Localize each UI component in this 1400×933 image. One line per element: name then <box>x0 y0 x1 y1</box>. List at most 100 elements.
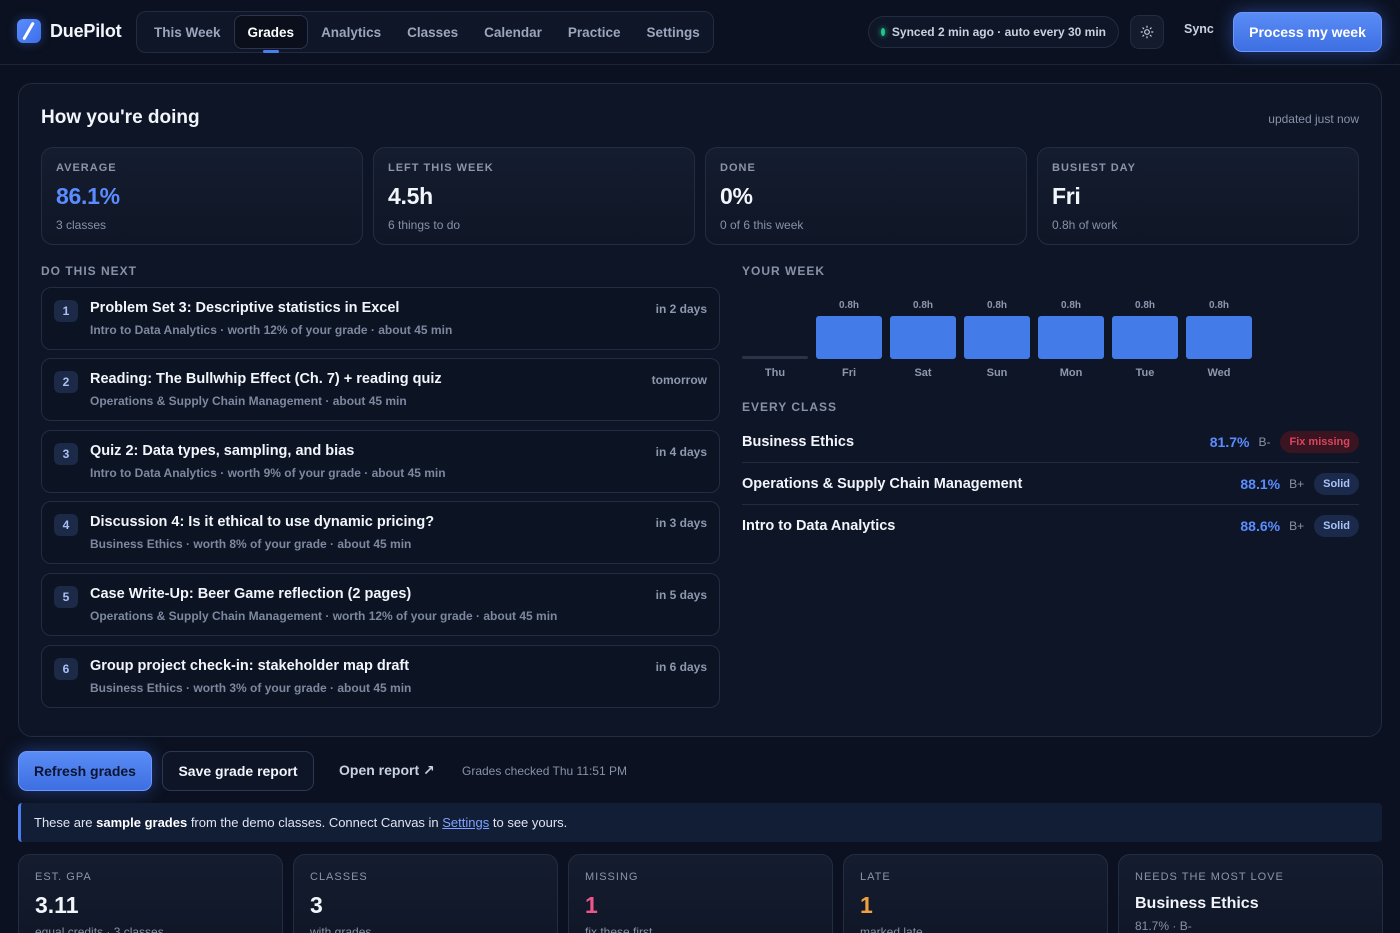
class-percent: 81.7% <box>1209 433 1250 450</box>
theme-toggle-button[interactable] <box>1130 15 1164 49</box>
tab-calendar[interactable]: Calendar <box>471 15 555 49</box>
week-day-label: Fri <box>841 367 857 379</box>
week-day-label: Sun <box>986 367 1008 379</box>
task-item[interactable]: 1 Problem Set 3: Descriptive statistics … <box>41 287 720 350</box>
task-number: 1 <box>54 300 78 322</box>
week-bar <box>816 316 882 359</box>
sync-status: Synced 2 min ago · auto every 30 min <box>868 16 1119 48</box>
open-report-link[interactable]: Open report ↗ <box>339 762 435 779</box>
task-number: 2 <box>54 371 78 393</box>
notice-bold: sample grades <box>96 815 188 830</box>
main-nav: This Week Grades Analytics Classes Calen… <box>136 11 714 53</box>
task-title: Reading: The Bullwhip Effect (Ch. 7) + r… <box>90 371 442 387</box>
task-meta: Intro to Data Analytics · worth 9% of yo… <box>90 466 446 480</box>
week-bar <box>742 356 808 359</box>
task-title: Quiz 2: Data types, sampling, and bias <box>90 443 355 459</box>
task-number: 3 <box>54 443 78 465</box>
tab-settings[interactable]: Settings <box>633 15 712 49</box>
task-number: 4 <box>54 514 78 536</box>
week-bar-thu: Thu <box>742 289 808 379</box>
updated-text: updated just now <box>1268 112 1359 126</box>
stat-sub: equal credits · 3 classes <box>35 925 164 933</box>
tab-classes[interactable]: Classes <box>394 15 471 49</box>
task-meta: Operations & Supply Chain Management · a… <box>90 394 407 408</box>
stat-sub: 6 things to do <box>388 218 461 232</box>
task-item[interactable]: 6 Group project check-in: stakeholder ma… <box>41 645 720 708</box>
top-bar: DuePilot This Week Grades Analytics Clas… <box>0 0 1400 65</box>
task-meta: Business Ethics · worth 3% of your grade… <box>90 681 412 695</box>
stat-missing: MISSING 1 fix these first <box>568 854 833 933</box>
task-number: 5 <box>54 586 78 608</box>
stat-sub: fix these first <box>585 925 653 933</box>
task-due: in 6 days <box>655 660 707 674</box>
task-due: in 3 days <box>655 516 707 530</box>
week-bar-value: 0.8h <box>1134 300 1155 311</box>
class-name: Operations & Supply Chain Management <box>742 475 1023 492</box>
week-chart: Thu 0.8h Fri 0.8h Sat 0.8h Sun 0.8h Mon 0.8h Tue 0.… <box>742 289 1262 379</box>
stat-late: LATE 1 marked late <box>843 854 1108 933</box>
week-bar-sun: 0.8h Sun <box>964 289 1030 379</box>
page-title: How you're doing <box>41 107 200 128</box>
tab-analytics[interactable]: Analytics <box>308 15 394 49</box>
week-bar <box>1038 316 1104 359</box>
task-meta: Operations & Supply Chain Management · w… <box>90 609 558 623</box>
stat-sub: 81.7% · B- <box>1135 919 1192 933</box>
stat-needs-most-love: NEEDS THE MOST LOVE Business Ethics 81.7… <box>1118 854 1383 933</box>
week-day-label: Wed <box>1207 367 1231 379</box>
class-percent: 88.1% <box>1240 475 1281 492</box>
stat-value: 86.1% <box>56 183 120 209</box>
stat-value: Business Ethics <box>1135 895 1259 912</box>
class-row[interactable]: Operations & Supply Chain Management 88.… <box>742 463 1359 505</box>
save-grade-report-button[interactable]: Save grade report <box>162 751 314 791</box>
week-bar-mon: 0.8h Mon <box>1038 289 1104 379</box>
logo-icon <box>17 19 41 43</box>
process-week-button[interactable]: Process my week <box>1233 12 1382 52</box>
stat-sub: 0 of 6 this week <box>720 218 804 232</box>
stat-sub: marked late <box>860 925 923 933</box>
week-day-label: Sat <box>914 367 932 379</box>
stat-left-this-week: LEFT THIS WEEK 4.5h 6 things to do <box>373 147 695 245</box>
task-item[interactable]: 3 Quiz 2: Data types, sampling, and bias… <box>41 430 720 493</box>
stat-value: 4.5h <box>388 183 433 209</box>
stat-sub: 0.8h of work <box>1052 218 1118 232</box>
week-bar <box>964 316 1030 359</box>
stat-value: 0% <box>720 183 753 209</box>
week-day-label: Mon <box>1059 367 1083 379</box>
tab-practice[interactable]: Practice <box>555 15 634 49</box>
class-row[interactable]: Business Ethics 81.7% B- Fix missing <box>742 421 1359 463</box>
tab-grades[interactable]: Grades <box>233 15 309 49</box>
class-name: Business Ethics <box>742 433 855 450</box>
refresh-grades-button[interactable]: Refresh grades <box>18 751 152 791</box>
week-bar-sat: 0.8h Sat <box>890 289 956 379</box>
task-due: tomorrow <box>651 373 707 387</box>
sample-notice: These are sample grades from the demo cl… <box>18 803 1382 842</box>
week-bar-value: 0.8h <box>838 300 859 311</box>
stat-value: Fri <box>1052 183 1081 209</box>
sync-status-text: Synced 2 min ago · auto every 30 min <box>891 25 1106 39</box>
task-item[interactable]: 4 Discussion 4: Is it ethical to use dyn… <box>41 501 720 564</box>
stat-label: LEFT THIS WEEK <box>388 162 494 174</box>
task-title: Group project check-in: stakeholder map … <box>90 658 410 674</box>
stat-label: NEEDS THE MOST LOVE <box>1135 871 1284 883</box>
class-row[interactable]: Intro to Data Analytics 88.6% B+ Solid <box>742 505 1359 547</box>
app-name: DuePilot <box>50 20 122 41</box>
task-item[interactable]: 5 Case Write-Up: Beer Game reflection (2… <box>41 573 720 636</box>
tab-this-week[interactable]: This Week <box>141 15 234 49</box>
sync-button[interactable]: Sync <box>1174 22 1224 36</box>
task-title: Case Write-Up: Beer Game reflection (2 p… <box>90 586 412 602</box>
do-next-heading: DO THIS NEXT <box>41 264 138 278</box>
task-title: Discussion 4: Is it ethical to use dynam… <box>90 514 435 530</box>
brand[interactable]: DuePilot <box>17 19 122 43</box>
grades-checked-timestamp: Grades checked Thu 11:51 PM <box>462 764 627 778</box>
settings-link[interactable]: Settings <box>442 815 489 830</box>
stat-est-gpa: EST. GPA 3.11 equal credits · 3 classes <box>18 854 283 933</box>
stat-label: MISSING <box>585 871 639 883</box>
week-bar-value: 0.8h <box>986 300 1007 311</box>
overview-panel: How you're doing updated just now AVERAG… <box>18 83 1382 737</box>
class-letter-grade: B+ <box>1289 519 1305 533</box>
stat-sub: with grades <box>310 925 372 933</box>
task-item[interactable]: 2 Reading: The Bullwhip Effect (Ch. 7) +… <box>41 358 720 421</box>
notice-text: from the demo classes. Connect Canvas in <box>187 815 443 830</box>
notice-text: These are <box>34 815 97 830</box>
stat-value: 3.11 <box>35 892 79 918</box>
